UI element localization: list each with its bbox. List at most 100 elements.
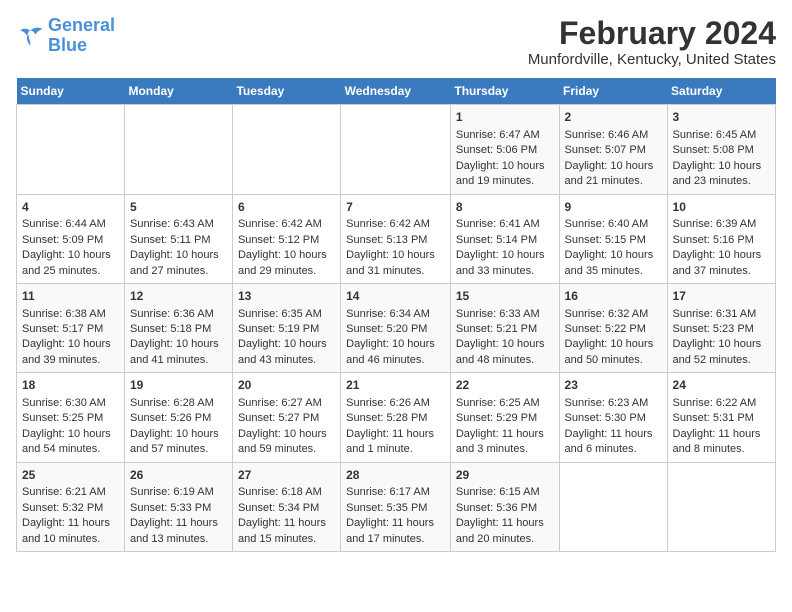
day-number: 19 — [130, 377, 227, 394]
calendar-cell — [341, 105, 451, 194]
calendar-cell: 15Sunrise: 6:33 AMSunset: 5:21 PMDayligh… — [450, 283, 559, 372]
calendar-cell: 20 Sunrise: 6:27 AMSunset: 5:27 PMDayligh… — [232, 373, 340, 462]
week-row-4: 18Sunrise: 6:30 AMSunset: 5:25 PMDayligh… — [17, 373, 776, 462]
cell-text: Daylight: 10 hours and 59 minutes. — [238, 427, 335, 458]
day-number: 7 — [346, 199, 445, 216]
cell-text: Sunrise: 6:42 AM — [238, 217, 335, 232]
day-number: 8 — [456, 199, 554, 216]
calendar-cell: 3Sunrise: 6:45 AMSunset: 5:08 PMDaylight… — [667, 105, 775, 194]
calendar-cell: 27Sunrise: 6:18 AMSunset: 5:34 PMDayligh… — [232, 462, 340, 551]
cell-text: Sunset: 5:20 PM — [346, 322, 445, 337]
cell-text: Sunset: 5:28 PM — [346, 411, 445, 426]
cell-text: Sunset: 5:22 PM — [565, 322, 662, 337]
cell-text: Sunrise: 6:27 AM — [238, 396, 335, 411]
cell-text: Sunset: 5:23 PM — [673, 322, 770, 337]
week-row-2: 4Sunrise: 6:44 AMSunset: 5:09 PMDaylight… — [17, 194, 776, 283]
cell-text: Daylight: 10 hours and 39 minutes. — [22, 337, 119, 368]
day-number: 13 — [238, 288, 335, 305]
cell-text: Sunrise: 6:36 AM — [130, 307, 227, 322]
cell-text: Daylight: 10 hours and 23 minutes. — [673, 159, 770, 190]
cell-text: Daylight: 10 hours and 41 minutes. — [130, 337, 227, 368]
cell-text: Sunset: 5:21 PM — [456, 322, 554, 337]
cell-text: Sunset: 5:17 PM — [22, 322, 119, 337]
header-row: SundayMondayTuesdayWednesdayThursdayFrid… — [17, 78, 776, 105]
calendar-cell: 13Sunrise: 6:35 AMSunset: 5:19 PMDayligh… — [232, 283, 340, 372]
cell-text: Daylight: 10 hours and 54 minutes. — [22, 427, 119, 458]
cell-text: Sunrise: 6:18 AM — [238, 485, 335, 500]
calendar-cell: 14Sunrise: 6:34 AMSunset: 5:20 PMDayligh… — [341, 283, 451, 372]
cell-text: Daylight: 11 hours and 3 minutes. — [456, 427, 554, 458]
cell-text: Sunrise: 6:46 AM — [565, 128, 662, 143]
cell-text: Sunset: 5:26 PM — [130, 411, 227, 426]
week-row-5: 25Sunrise: 6:21 AMSunset: 5:32 PMDayligh… — [17, 462, 776, 551]
calendar-cell: 28Sunrise: 6:17 AMSunset: 5:35 PMDayligh… — [341, 462, 451, 551]
calendar-cell: 10Sunrise: 6:39 AMSunset: 5:16 PMDayligh… — [667, 194, 775, 283]
cell-text: Daylight: 10 hours and 52 minutes. — [673, 337, 770, 368]
calendar-cell — [124, 105, 232, 194]
cell-text: Sunset: 5:11 PM — [130, 233, 227, 248]
cell-text: Sunset: 5:27 PM — [238, 411, 335, 426]
cell-text: Sunset: 5:31 PM — [673, 411, 770, 426]
day-number: 16 — [565, 288, 662, 305]
day-number: 9 — [565, 199, 662, 216]
calendar-table: SundayMondayTuesdayWednesdayThursdayFrid… — [16, 78, 776, 552]
cell-text: Daylight: 10 hours and 43 minutes. — [238, 337, 335, 368]
cell-text: Sunrise: 6:31 AM — [673, 307, 770, 322]
cell-text: Sunrise: 6:23 AM — [565, 396, 662, 411]
cell-text: Daylight: 10 hours and 27 minutes. — [130, 248, 227, 279]
day-number: 1 — [456, 109, 554, 126]
logo-line2: Blue — [48, 35, 87, 55]
title-block: February 2024 Munfordville, Kentucky, Un… — [528, 16, 776, 68]
day-number: 11 — [22, 288, 119, 305]
cell-text: Sunset: 5:34 PM — [238, 501, 335, 516]
day-number: 6 — [238, 199, 335, 216]
cell-text: Sunrise: 6:39 AM — [673, 217, 770, 232]
cell-text: Sunrise: 6:25 AM — [456, 396, 554, 411]
day-number: 21 — [346, 377, 445, 394]
cell-text: Sunset: 5:16 PM — [673, 233, 770, 248]
cell-text: Daylight: 10 hours and 37 minutes. — [673, 248, 770, 279]
cell-text: Sunset: 5:32 PM — [22, 501, 119, 516]
cell-text: Daylight: 10 hours and 31 minutes. — [346, 248, 445, 279]
header-saturday: Saturday — [667, 78, 775, 105]
cell-text: Daylight: 11 hours and 10 minutes. — [22, 516, 119, 547]
calendar-cell: 22Sunrise: 6:25 AMSunset: 5:29 PMDayligh… — [450, 373, 559, 462]
cell-text: Sunrise: 6:34 AM — [346, 307, 445, 322]
cell-text: Sunset: 5:06 PM — [456, 143, 554, 158]
day-number: 3 — [673, 109, 770, 126]
day-number: 25 — [22, 467, 119, 484]
calendar-cell: 5Sunrise: 6:43 AMSunset: 5:11 PMDaylight… — [124, 194, 232, 283]
calendar-cell — [667, 462, 775, 551]
calendar-cell: 11 Sunrise: 6:38 AMSunset: 5:17 PMDayligh… — [17, 283, 125, 372]
logo-text: General Blue — [48, 16, 115, 56]
cell-text: Sunrise: 6:33 AM — [456, 307, 554, 322]
cell-text: Daylight: 10 hours and 25 minutes. — [22, 248, 119, 279]
cell-text: Sunrise: 6:32 AM — [565, 307, 662, 322]
logo-text-block: General Blue — [48, 16, 115, 56]
day-number: 24 — [673, 377, 770, 394]
calendar-cell: 2Sunrise: 6:46 AMSunset: 5:07 PMDaylight… — [559, 105, 667, 194]
cell-text: Sunrise: 6:17 AM — [346, 485, 445, 500]
cell-text: Sunrise: 6:45 AM — [673, 128, 770, 143]
day-number: 18 — [22, 377, 119, 394]
header-tuesday: Tuesday — [232, 78, 340, 105]
calendar-subtitle: Munfordville, Kentucky, United States — [528, 51, 776, 68]
cell-text: Sunset: 5:25 PM — [22, 411, 119, 426]
calendar-cell: 1Sunrise: 6:47 AMSunset: 5:06 PMDaylight… — [450, 105, 559, 194]
cell-text: Sunset: 5:35 PM — [346, 501, 445, 516]
cell-text: Daylight: 11 hours and 20 minutes. — [456, 516, 554, 547]
calendar-cell: 24Sunrise: 6:22 AMSunset: 5:31 PMDayligh… — [667, 373, 775, 462]
cell-text: Sunset: 5:12 PM — [238, 233, 335, 248]
calendar-cell: 12Sunrise: 6:36 AMSunset: 5:18 PMDayligh… — [124, 283, 232, 372]
header-friday: Friday — [559, 78, 667, 105]
cell-text: Sunrise: 6:38 AM — [22, 307, 119, 322]
cell-text: Sunset: 5:33 PM — [130, 501, 227, 516]
cell-text: Sunrise: 6:22 AM — [673, 396, 770, 411]
day-number: 17 — [673, 288, 770, 305]
week-row-3: 11Sunrise: 6:38 AMSunset: 5:17 PMDayligh… — [17, 283, 776, 372]
page-header: General Blue February 2024 Munfordville,… — [16, 16, 776, 68]
day-number: 20 — [238, 377, 335, 394]
cell-text: Daylight: 10 hours and 19 minutes. — [456, 159, 554, 190]
day-number: 4 — [22, 199, 119, 216]
cell-text: Daylight: 11 hours and 17 minutes. — [346, 516, 445, 547]
